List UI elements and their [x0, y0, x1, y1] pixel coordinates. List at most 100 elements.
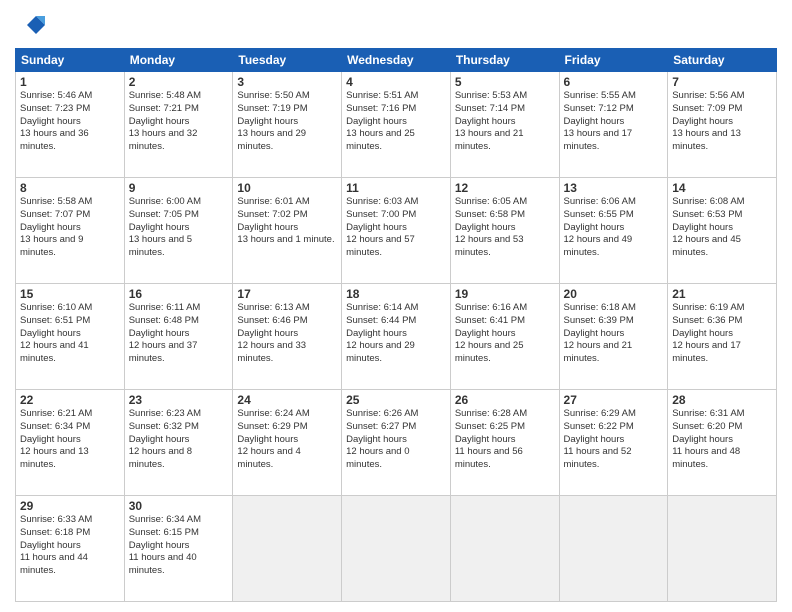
table-cell: 1Sunrise: 5:46 AMSunset: 7:23 PMDaylight… — [16, 72, 125, 178]
day-number: 17 — [237, 287, 337, 301]
day-info: Sunrise: 5:50 AMSunset: 7:19 PMDaylight … — [237, 90, 337, 154]
header-sunday: Sunday — [16, 49, 125, 72]
day-info: Sunrise: 6:11 AMSunset: 6:48 PMDaylight … — [129, 302, 229, 366]
day-number: 26 — [455, 393, 555, 407]
day-info: Sunrise: 6:10 AMSunset: 6:51 PMDaylight … — [20, 302, 120, 366]
day-number: 8 — [20, 181, 120, 195]
day-info: Sunrise: 6:08 AMSunset: 6:53 PMDaylight … — [672, 196, 772, 260]
day-number: 24 — [237, 393, 337, 407]
table-cell: 28Sunrise: 6:31 AMSunset: 6:20 PMDayligh… — [668, 390, 777, 496]
day-number: 16 — [129, 287, 229, 301]
table-cell: 25Sunrise: 6:26 AMSunset: 6:27 PMDayligh… — [342, 390, 451, 496]
table-cell: 19Sunrise: 6:16 AMSunset: 6:41 PMDayligh… — [450, 284, 559, 390]
table-cell: 18Sunrise: 6:14 AMSunset: 6:44 PMDayligh… — [342, 284, 451, 390]
table-cell: 24Sunrise: 6:24 AMSunset: 6:29 PMDayligh… — [233, 390, 342, 496]
header — [15, 10, 777, 40]
day-info: Sunrise: 6:29 AMSunset: 6:22 PMDaylight … — [564, 408, 664, 472]
table-cell: 22Sunrise: 6:21 AMSunset: 6:34 PMDayligh… — [16, 390, 125, 496]
header-thursday: Thursday — [450, 49, 559, 72]
table-cell: 21Sunrise: 6:19 AMSunset: 6:36 PMDayligh… — [668, 284, 777, 390]
table-cell — [559, 496, 668, 602]
day-number: 7 — [672, 75, 772, 89]
table-cell: 13Sunrise: 6:06 AMSunset: 6:55 PMDayligh… — [559, 178, 668, 284]
day-info: Sunrise: 6:28 AMSunset: 6:25 PMDaylight … — [455, 408, 555, 472]
day-info: Sunrise: 6:31 AMSunset: 6:20 PMDaylight … — [672, 408, 772, 472]
day-number: 12 — [455, 181, 555, 195]
day-info: Sunrise: 5:48 AMSunset: 7:21 PMDaylight … — [129, 90, 229, 154]
table-cell: 9Sunrise: 6:00 AMSunset: 7:05 PMDaylight… — [124, 178, 233, 284]
table-cell: 3Sunrise: 5:50 AMSunset: 7:19 PMDaylight… — [233, 72, 342, 178]
table-cell: 29Sunrise: 6:33 AMSunset: 6:18 PMDayligh… — [16, 496, 125, 602]
day-number: 1 — [20, 75, 120, 89]
table-cell: 17Sunrise: 6:13 AMSunset: 6:46 PMDayligh… — [233, 284, 342, 390]
day-number: 19 — [455, 287, 555, 301]
day-number: 20 — [564, 287, 664, 301]
day-info: Sunrise: 5:56 AMSunset: 7:09 PMDaylight … — [672, 90, 772, 154]
table-cell: 10Sunrise: 6:01 AMSunset: 7:02 PMDayligh… — [233, 178, 342, 284]
table-row: 15Sunrise: 6:10 AMSunset: 6:51 PMDayligh… — [16, 284, 777, 390]
day-info: Sunrise: 6:21 AMSunset: 6:34 PMDaylight … — [20, 408, 120, 472]
table-cell: 23Sunrise: 6:23 AMSunset: 6:32 PMDayligh… — [124, 390, 233, 496]
table-row: 22Sunrise: 6:21 AMSunset: 6:34 PMDayligh… — [16, 390, 777, 496]
day-number: 6 — [564, 75, 664, 89]
table-cell: 2Sunrise: 5:48 AMSunset: 7:21 PMDaylight… — [124, 72, 233, 178]
day-info: Sunrise: 6:23 AMSunset: 6:32 PMDaylight … — [129, 408, 229, 472]
table-cell — [233, 496, 342, 602]
day-number: 23 — [129, 393, 229, 407]
day-number: 30 — [129, 499, 229, 513]
day-number: 4 — [346, 75, 446, 89]
table-cell: 30Sunrise: 6:34 AMSunset: 6:15 PMDayligh… — [124, 496, 233, 602]
day-info: Sunrise: 6:26 AMSunset: 6:27 PMDaylight … — [346, 408, 446, 472]
day-info: Sunrise: 6:05 AMSunset: 6:58 PMDaylight … — [455, 196, 555, 260]
table-cell: 20Sunrise: 6:18 AMSunset: 6:39 PMDayligh… — [559, 284, 668, 390]
day-number: 15 — [20, 287, 120, 301]
day-number: 9 — [129, 181, 229, 195]
day-number: 22 — [20, 393, 120, 407]
calendar-table: Sunday Monday Tuesday Wednesday Thursday… — [15, 48, 777, 602]
table-row: 29Sunrise: 6:33 AMSunset: 6:18 PMDayligh… — [16, 496, 777, 602]
day-info: Sunrise: 5:55 AMSunset: 7:12 PMDaylight … — [564, 90, 664, 154]
day-info: Sunrise: 5:53 AMSunset: 7:14 PMDaylight … — [455, 90, 555, 154]
logo-icon — [15, 10, 45, 40]
day-info: Sunrise: 5:58 AMSunset: 7:07 PMDaylight … — [20, 196, 120, 260]
day-info: Sunrise: 6:19 AMSunset: 6:36 PMDaylight … — [672, 302, 772, 366]
table-cell: 8Sunrise: 5:58 AMSunset: 7:07 PMDaylight… — [16, 178, 125, 284]
table-cell: 14Sunrise: 6:08 AMSunset: 6:53 PMDayligh… — [668, 178, 777, 284]
table-cell — [342, 496, 451, 602]
table-cell — [450, 496, 559, 602]
day-number: 18 — [346, 287, 446, 301]
table-cell — [668, 496, 777, 602]
day-number: 3 — [237, 75, 337, 89]
day-number: 2 — [129, 75, 229, 89]
day-number: 13 — [564, 181, 664, 195]
header-tuesday: Tuesday — [233, 49, 342, 72]
day-info: Sunrise: 6:00 AMSunset: 7:05 PMDaylight … — [129, 196, 229, 260]
table-cell: 16Sunrise: 6:11 AMSunset: 6:48 PMDayligh… — [124, 284, 233, 390]
day-number: 27 — [564, 393, 664, 407]
table-cell: 4Sunrise: 5:51 AMSunset: 7:16 PMDaylight… — [342, 72, 451, 178]
table-cell: 7Sunrise: 5:56 AMSunset: 7:09 PMDaylight… — [668, 72, 777, 178]
calendar-page: Sunday Monday Tuesday Wednesday Thursday… — [0, 0, 792, 612]
table-cell: 5Sunrise: 5:53 AMSunset: 7:14 PMDaylight… — [450, 72, 559, 178]
day-number: 5 — [455, 75, 555, 89]
table-cell: 15Sunrise: 6:10 AMSunset: 6:51 PMDayligh… — [16, 284, 125, 390]
day-number: 11 — [346, 181, 446, 195]
day-number: 28 — [672, 393, 772, 407]
day-info: Sunrise: 6:18 AMSunset: 6:39 PMDaylight … — [564, 302, 664, 366]
day-info: Sunrise: 6:13 AMSunset: 6:46 PMDaylight … — [237, 302, 337, 366]
day-info: Sunrise: 6:16 AMSunset: 6:41 PMDaylight … — [455, 302, 555, 366]
header-friday: Friday — [559, 49, 668, 72]
table-row: 1Sunrise: 5:46 AMSunset: 7:23 PMDaylight… — [16, 72, 777, 178]
day-number: 10 — [237, 181, 337, 195]
day-info: Sunrise: 6:06 AMSunset: 6:55 PMDaylight … — [564, 196, 664, 260]
day-info: Sunrise: 6:01 AMSunset: 7:02 PMDaylight … — [237, 196, 337, 247]
day-info: Sunrise: 6:03 AMSunset: 7:00 PMDaylight … — [346, 196, 446, 260]
day-info: Sunrise: 5:51 AMSunset: 7:16 PMDaylight … — [346, 90, 446, 154]
day-number: 25 — [346, 393, 446, 407]
header-wednesday: Wednesday — [342, 49, 451, 72]
logo — [15, 10, 49, 40]
day-number: 21 — [672, 287, 772, 301]
day-number: 14 — [672, 181, 772, 195]
table-cell: 26Sunrise: 6:28 AMSunset: 6:25 PMDayligh… — [450, 390, 559, 496]
table-cell: 6Sunrise: 5:55 AMSunset: 7:12 PMDaylight… — [559, 72, 668, 178]
